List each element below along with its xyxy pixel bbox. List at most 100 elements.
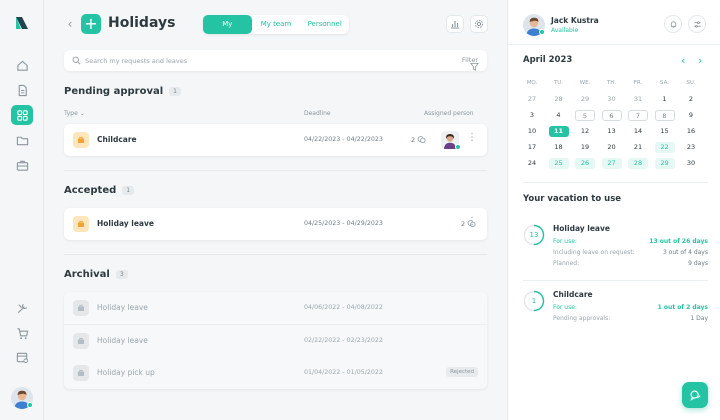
vacation-line: Planned: 9 days xyxy=(553,260,708,267)
calendar-day[interactable]: 29 xyxy=(575,94,595,105)
leave-type: Holiday leave xyxy=(97,219,154,228)
calendar-day[interactable]: 14 xyxy=(628,126,648,137)
calendar-day[interactable]: 17 xyxy=(522,142,542,153)
stats-button[interactable] xyxy=(446,15,464,33)
calendar-day[interactable]: 10 xyxy=(522,126,542,137)
back-button[interactable]: ‹ xyxy=(64,16,76,32)
calendar-weekday: SA. xyxy=(659,80,669,86)
user-status: Available xyxy=(551,27,579,34)
main-content: ‹ + Holidays My My team Personnel Filter… xyxy=(44,0,507,420)
vacation-ring-number: 13 xyxy=(529,231,539,239)
add-request-button[interactable]: + xyxy=(81,14,101,34)
section-divider xyxy=(64,170,487,171)
briefcase-icon[interactable] xyxy=(11,155,33,175)
notifications-button[interactable] xyxy=(664,15,682,33)
settings-button[interactable] xyxy=(470,15,488,33)
calendar-day[interactable]: 11 xyxy=(548,126,569,137)
search-input[interactable] xyxy=(85,53,415,68)
chevron-down-icon: ⌄ xyxy=(79,110,85,117)
calendar-day[interactable]: 27 xyxy=(522,94,542,105)
calendar-day[interactable]: 22 xyxy=(654,142,675,153)
calendar-day[interactable]: 26 xyxy=(575,158,595,169)
calendar-weekday: TU. xyxy=(553,80,564,86)
user-name: Jack Kustra xyxy=(551,16,599,25)
chart-icon xyxy=(451,21,459,29)
calendar-day[interactable]: 28 xyxy=(628,158,648,169)
more-menu-button[interactable]: ⋮ xyxy=(467,133,477,143)
calendar-day[interactable]: 19 xyxy=(575,142,595,153)
vacation-line-key: For use: xyxy=(553,304,577,311)
vacation-section-title: Your vacation to use xyxy=(523,194,622,204)
calendar-day[interactable]: 9 xyxy=(681,110,701,121)
calendar-day[interactable]: 16 xyxy=(681,126,701,137)
tab-my[interactable]: My xyxy=(203,15,252,34)
calendar-day[interactable]: 8 xyxy=(654,110,675,121)
vacation-ring: 13 xyxy=(523,224,545,246)
more-menu-button[interactable]: ⋮ xyxy=(467,217,477,227)
cart-icon[interactable] xyxy=(11,323,33,343)
table-row[interactable]: Holiday leave 02/22/2022 - 02/23/2022 xyxy=(64,325,487,357)
calendar-day[interactable]: 20 xyxy=(602,142,622,153)
calendar-next-button[interactable]: › xyxy=(698,54,702,67)
calendar-prev-button[interactable]: ‹ xyxy=(681,54,685,67)
app-logo-icon[interactable] xyxy=(13,14,31,32)
panel-divider xyxy=(523,182,708,183)
tools-icon[interactable] xyxy=(11,298,33,318)
archival-title: Archival xyxy=(64,269,110,280)
table-row[interactable]: Childcare 04/22/2023 - 04/22/2023 2 ⋮ xyxy=(64,124,487,156)
table-row[interactable]: Holiday pick up 01/04/2022 - 01/05/2022 … xyxy=(64,357,487,389)
vacation-line-value: 9 days xyxy=(688,260,708,267)
holiday-leave-icon xyxy=(73,333,89,349)
calendar-day[interactable]: 1 xyxy=(655,94,675,105)
filter-button[interactable]: Filter xyxy=(462,56,479,71)
tab-my-team[interactable]: My team xyxy=(252,15,301,34)
dashboard-grid-icon[interactable] xyxy=(11,105,33,125)
calendar-settings-icon[interactable] xyxy=(11,347,33,367)
table-row[interactable]: Holiday leave 04/06/2022 - 04/08/2022 xyxy=(64,292,487,324)
leave-type: Holiday pick up xyxy=(97,368,155,377)
archival-section-title: Archival 3 xyxy=(64,269,128,280)
calendar-day[interactable]: 15 xyxy=(655,126,675,137)
calendar-day[interactable]: 30 xyxy=(602,94,622,105)
calendar-day[interactable]: 2 xyxy=(681,94,701,105)
vacation-item-childcare[interactable]: 1 Childcare For use: 1 out of 2 days Pend… xyxy=(523,290,713,330)
calendar-day[interactable]: 25 xyxy=(548,158,569,169)
childcare-icon xyxy=(73,132,89,148)
comments-count[interactable]: 2 xyxy=(411,135,426,144)
leave-dates: 01/04/2022 - 01/05/2022 xyxy=(304,369,383,376)
accepted-count-badge: 1 xyxy=(122,186,135,195)
calendar-day[interactable]: 28 xyxy=(549,94,569,105)
vacation-item-holiday-leave[interactable]: 13 Holiday leave For use: 13 out of 26 da… xyxy=(523,224,713,274)
leave-type: Holiday leave xyxy=(97,303,148,312)
calendar-day[interactable]: 27 xyxy=(601,158,622,169)
calendar-day[interactable]: 13 xyxy=(602,126,622,137)
home-icon[interactable] xyxy=(11,55,33,75)
calendar-day[interactable]: 21 xyxy=(628,142,648,153)
preferences-button[interactable] xyxy=(688,15,706,33)
panel-divider xyxy=(523,280,708,281)
comments-number: 2 xyxy=(461,219,466,228)
calendar-day[interactable]: 4 xyxy=(549,110,569,121)
calendar-day[interactable]: 12 xyxy=(575,126,595,137)
column-type-header[interactable]: Type ⌄ xyxy=(64,110,85,117)
calendar-day[interactable]: 24 xyxy=(522,158,542,169)
tab-personnel[interactable]: Personnel xyxy=(300,15,349,34)
calendar-day[interactable]: 18 xyxy=(549,142,569,153)
calendar-day[interactable]: 6 xyxy=(601,110,622,121)
column-type-label: Type xyxy=(64,110,78,117)
folder-icon[interactable] xyxy=(11,130,33,150)
calendar-day[interactable]: 7 xyxy=(628,110,648,121)
calendar-day[interactable]: 29 xyxy=(654,158,675,169)
chat-icon xyxy=(689,389,701,401)
calendar-day[interactable]: 30 xyxy=(681,158,701,169)
document-icon[interactable] xyxy=(11,80,33,100)
calendar-day[interactable]: 5 xyxy=(575,110,595,121)
calendar-day[interactable]: 31 xyxy=(628,94,648,105)
view-tabs: My My team Personnel xyxy=(203,15,349,34)
calendar-day[interactable]: 23 xyxy=(681,142,701,153)
chat-button[interactable] xyxy=(682,382,708,408)
leave-type: Holiday leave xyxy=(97,336,148,345)
table-row[interactable]: Holiday leave 04/25/2023 - 04/29/2023 2 … xyxy=(64,208,487,240)
vacation-line-key: Including leave on request: xyxy=(553,249,635,256)
calendar-day[interactable]: 3 xyxy=(522,110,542,121)
